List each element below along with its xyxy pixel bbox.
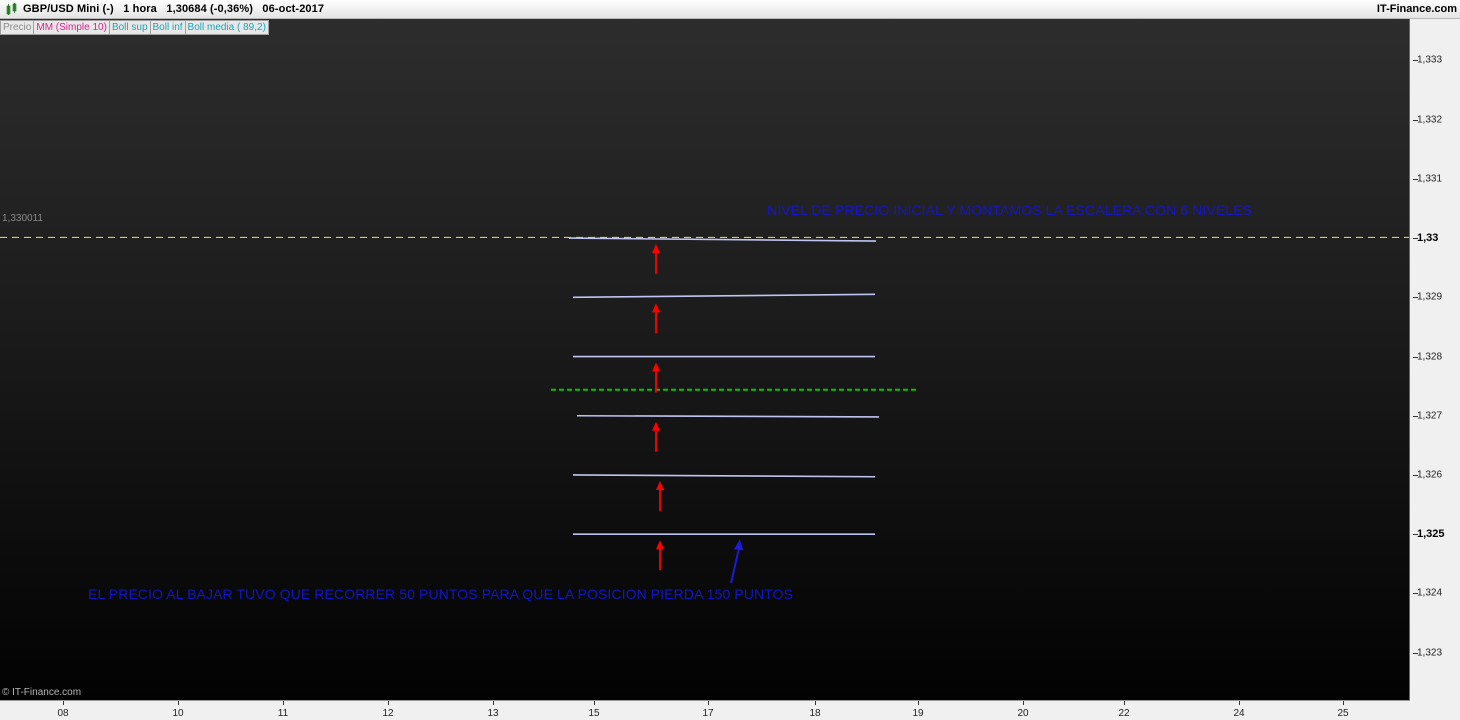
x-axis-tick-label: 22 (1118, 708, 1130, 719)
y-axis-tick-label: 1,323 (1417, 647, 1443, 659)
x-axis-tick (493, 701, 494, 705)
y-axis-tick-label: 1,332 (1417, 114, 1443, 126)
x-axis-tick (1239, 701, 1240, 705)
x-axis-tick (283, 701, 284, 705)
legend-item-boll-media[interactable]: Boll media ( 89,2) (184, 20, 269, 35)
x-axis-tick-label: 11 (277, 708, 289, 719)
legend-item-boll-inf[interactable]: Boll inf (149, 20, 186, 35)
reference-value-label: 1,330011 (2, 213, 43, 224)
title-bar: GBP/USD Mini (-) 1 hora 1,30684 (-0,36%)… (0, 0, 1460, 19)
y-axis-tick-label: 1,329 (1417, 291, 1443, 303)
x-axis-tick (1124, 701, 1125, 705)
y-axis-tick-label: 1,324 (1417, 587, 1443, 599)
y-axis-tick-label: 1,326 (1417, 469, 1443, 481)
x-axis-tick (918, 701, 919, 705)
red-arrow-head (656, 480, 664, 490)
x-axis-tick-label: 13 (487, 708, 499, 719)
blue-arrow-shaft (730, 547, 740, 584)
ladder-level-line (568, 237, 877, 242)
annotation-bottom: EL PRECIO AL BAJAR TUVO QUE RECORRER 50 … (88, 586, 794, 602)
y-axis-tick-label: 1,333 (1417, 54, 1443, 66)
y-axis-tick-label: 1,327 (1417, 410, 1443, 422)
x-axis-tick (1343, 701, 1344, 705)
ladder-level-line (572, 293, 876, 299)
x-axis-tick-label: 25 (1337, 708, 1349, 719)
x-axis-tick (708, 701, 709, 705)
red-arrow-head (656, 540, 664, 550)
x-axis-tick (815, 701, 816, 705)
x-axis-tick-label: 18 (809, 708, 821, 719)
x-axis-tick-label: 24 (1233, 708, 1245, 719)
y-axis-tick-label: 1,331 (1417, 173, 1443, 185)
x-axis-tick-label: 19 (912, 708, 924, 719)
chart-plot-area[interactable]: 1,330011 NIVEL DE PRECIO INICIAL Y MONTA… (0, 19, 1410, 700)
legend-item-moving-average[interactable]: MM (Simple 10) (33, 20, 110, 35)
blue-arrow-head (734, 539, 743, 551)
chart-title: GBP/USD Mini (-) 1 hora 1,30684 (-0,36%)… (23, 3, 325, 15)
x-axis-tick (1023, 701, 1024, 705)
red-arrow-head (652, 362, 660, 372)
legend-item-boll-sup[interactable]: Boll sup (108, 20, 151, 35)
y-axis-tick-label: 1,33 (1417, 232, 1439, 245)
x-axis-tick (63, 701, 64, 705)
ladder-level-line (576, 414, 880, 418)
x-axis-tick-label: 10 (172, 708, 184, 719)
red-arrow-head (652, 421, 660, 431)
copyright-label: © IT-Finance.com (2, 687, 82, 698)
x-axis-tick-label: 15 (588, 708, 600, 719)
brand-label: IT-Finance.com (1376, 3, 1457, 15)
red-arrow-head (652, 244, 660, 254)
candlestick-icon (6, 3, 17, 15)
x-axis-tick (594, 701, 595, 705)
y-axis-tick-label: 1,325 (1417, 528, 1445, 541)
y-axis[interactable]: 1,333 1,332 1,331 1,33 1,329 1,328 1,327 1,326 1… (1410, 19, 1460, 700)
x-axis-tick-label: 20 (1017, 708, 1029, 719)
x-axis-tick-label: 17 (702, 708, 714, 719)
x-axis-tick (388, 701, 389, 705)
indicator-legend: Precio MM (Simple 10) Boll sup Boll inf … (0, 20, 269, 35)
legend-item-precio[interactable]: Precio (0, 20, 35, 35)
ladder-level-line (572, 474, 876, 478)
x-axis-tick (178, 701, 179, 705)
red-arrow-head (652, 303, 660, 313)
x-axis[interactable]: 08 10 11 12 13 15 17 18 19 20 22 24 25 (0, 700, 1410, 720)
x-axis-tick-label: 08 (57, 708, 69, 719)
annotation-top: NIVEL DE PRECIO INICIAL Y MONTAMOS LA ES… (767, 202, 1253, 218)
x-axis-tick-label: 12 (382, 708, 394, 719)
y-axis-tick-label: 1,328 (1417, 351, 1443, 363)
